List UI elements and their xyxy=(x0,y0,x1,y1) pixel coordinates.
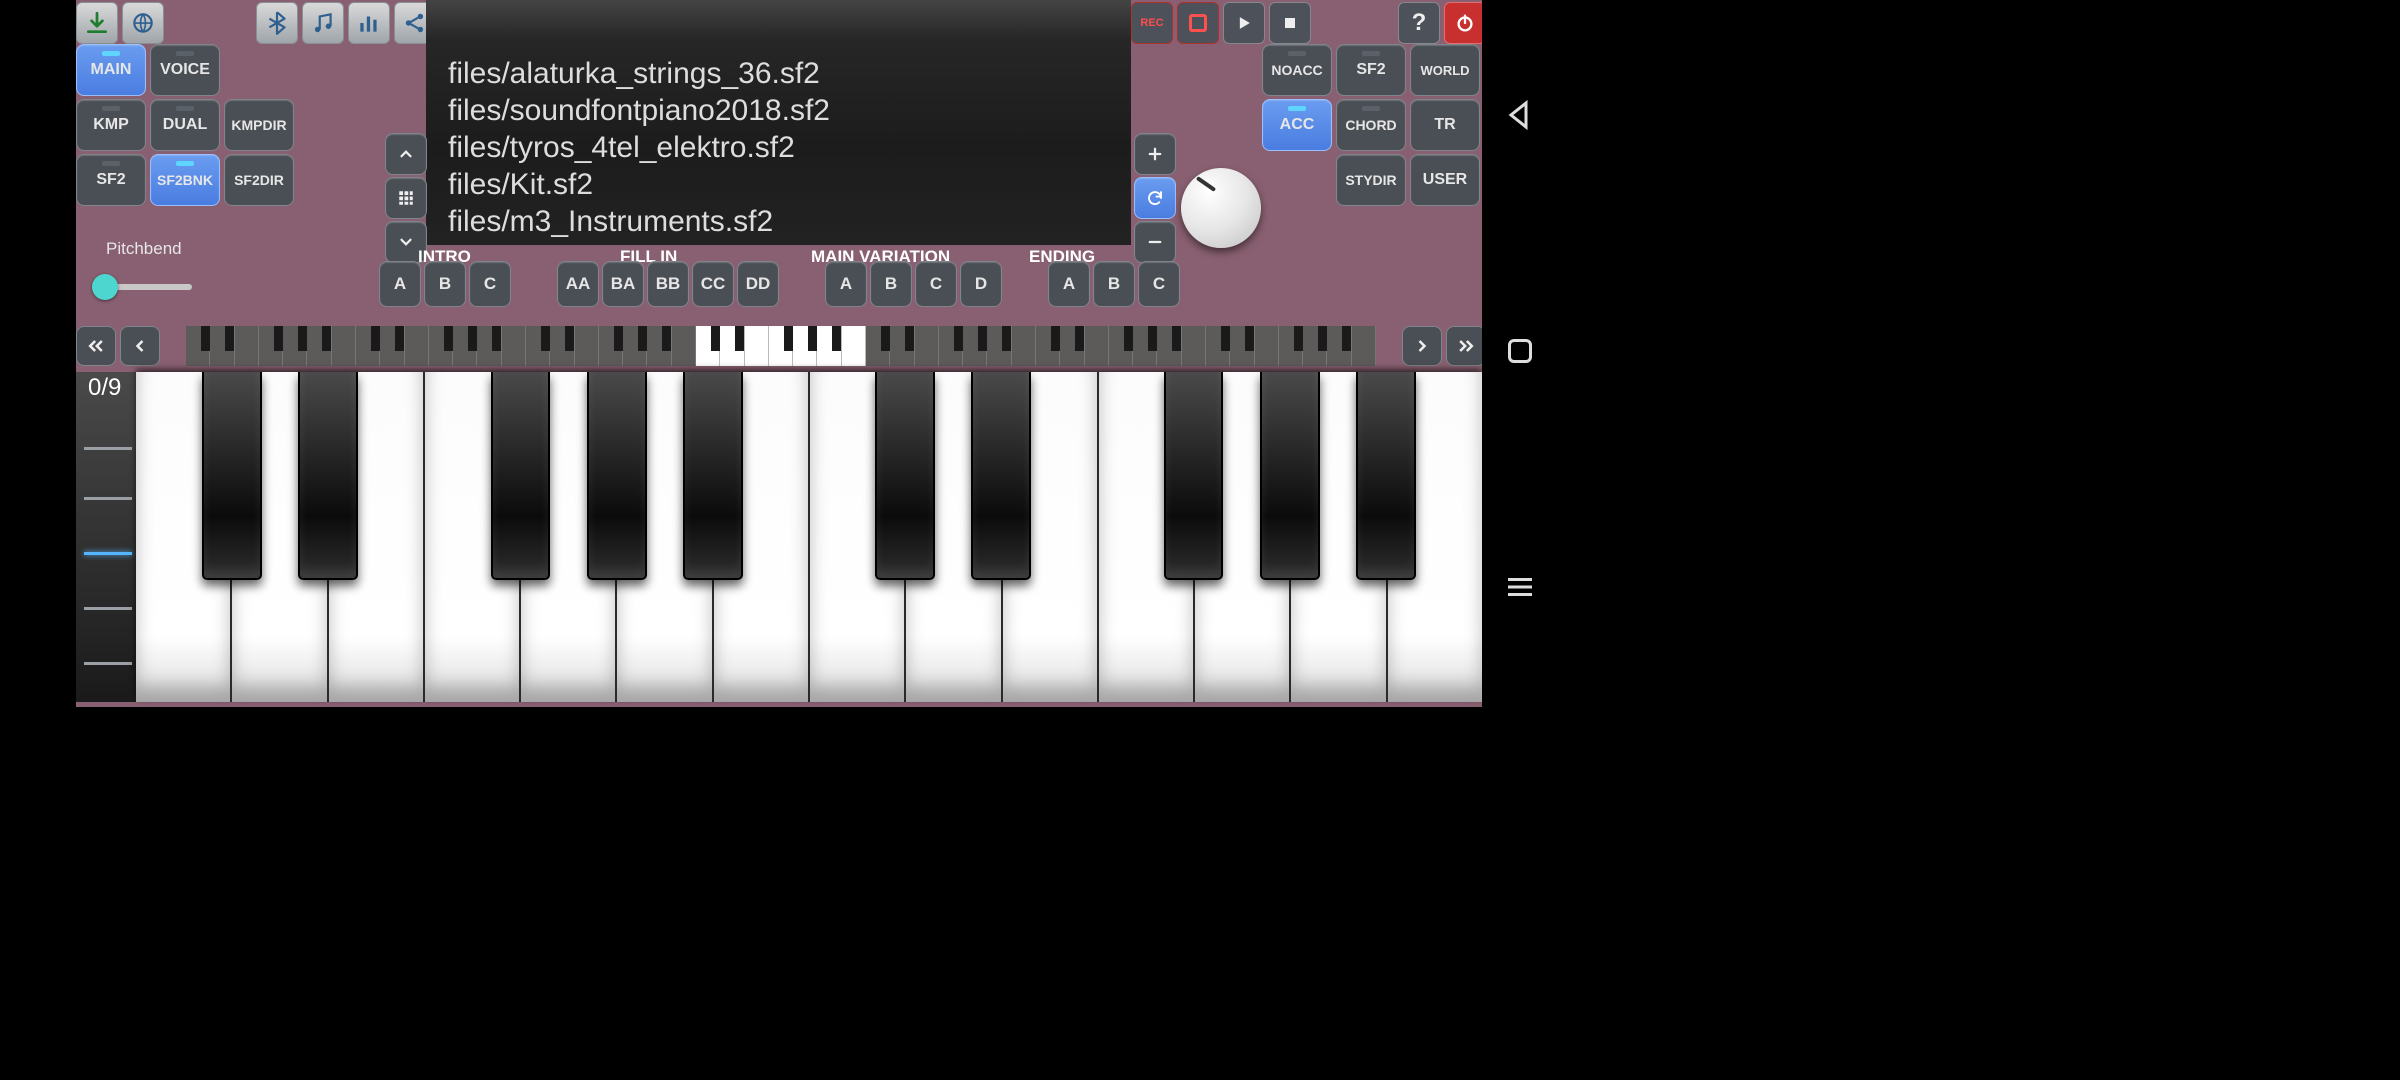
tempo-knob[interactable] xyxy=(1181,168,1261,248)
file-list-panel: files/alaturka_strings_36.sf2 files/soun… xyxy=(426,0,1131,245)
mode-sf2dir[interactable]: SF2DIR xyxy=(224,154,294,206)
octave-right[interactable] xyxy=(1402,326,1442,366)
mode-kmp[interactable]: KMP xyxy=(76,99,146,151)
fillin-aa[interactable]: AA xyxy=(557,261,599,307)
mode-world[interactable]: WORLD xyxy=(1410,44,1480,96)
black-key[interactable] xyxy=(1356,372,1416,580)
help-button[interactable]: ? xyxy=(1398,2,1440,44)
mode-kmpdir[interactable]: KMPDIR xyxy=(224,99,294,151)
pitchbend-thumb[interactable] xyxy=(92,274,118,300)
file-item[interactable]: files/alaturka_strings_36.sf2 xyxy=(448,55,1109,92)
ending-a[interactable]: A xyxy=(1048,261,1090,307)
black-key[interactable] xyxy=(202,372,262,580)
octave-fast-right[interactable] xyxy=(1446,326,1486,366)
file-item[interactable]: files/tyros_4tel_elektro.sf2 xyxy=(448,129,1109,166)
ending-b[interactable]: B xyxy=(1093,261,1135,307)
download-icon[interactable] xyxy=(76,2,118,44)
play-button[interactable] xyxy=(1223,2,1265,44)
fillin-dd[interactable]: DD xyxy=(737,261,779,307)
list-refresh-button[interactable] xyxy=(1134,177,1176,219)
mode-sf2-right[interactable]: SF2 xyxy=(1336,44,1406,96)
velocity-bar[interactable] xyxy=(76,372,136,702)
mode-acc[interactable]: ACC xyxy=(1262,99,1332,151)
octave-left[interactable] xyxy=(120,326,160,366)
file-item[interactable]: files/Kit.sf2 xyxy=(448,166,1109,203)
mode-chord[interactable]: CHORD xyxy=(1336,99,1406,151)
intro-b[interactable]: B xyxy=(424,261,466,307)
file-list-up-button[interactable] xyxy=(385,133,427,175)
ending-c[interactable]: C xyxy=(1138,261,1180,307)
nav-home-icon[interactable] xyxy=(1502,333,1538,374)
equalizer-icon[interactable] xyxy=(348,2,390,44)
mainvar-c[interactable]: C xyxy=(915,261,957,307)
mode-user[interactable]: USER xyxy=(1410,154,1480,206)
android-nav-bar xyxy=(1482,0,1558,707)
music-note-icon[interactable] xyxy=(302,2,344,44)
fillin-ba[interactable]: BA xyxy=(602,261,644,307)
mode-voice[interactable]: VOICE xyxy=(150,44,220,96)
file-item[interactable]: files/m3_Instruments.sf2 xyxy=(448,203,1109,240)
globe-headphones-icon[interactable] xyxy=(122,2,164,44)
black-key[interactable] xyxy=(1260,372,1320,580)
mode-tr[interactable]: TR xyxy=(1410,99,1480,151)
black-key[interactable] xyxy=(683,372,743,580)
main-keyboard[interactable] xyxy=(136,372,1482,702)
mainvar-d[interactable]: D xyxy=(960,261,1002,307)
intro-c[interactable]: C xyxy=(469,261,511,307)
power-button[interactable] xyxy=(1444,2,1486,44)
record-stop-button[interactable] xyxy=(1177,2,1219,44)
octave-counter: 0/9 xyxy=(88,374,121,402)
keyboard-overview[interactable]: /* placeholder */ xyxy=(186,326,1376,366)
mainvar-a[interactable]: A xyxy=(825,261,867,307)
black-key[interactable] xyxy=(587,372,647,580)
bluetooth-icon[interactable] xyxy=(256,2,298,44)
record-button[interactable]: REC xyxy=(1131,2,1173,44)
stop-button[interactable] xyxy=(1269,2,1311,44)
nav-recent-icon[interactable] xyxy=(1502,569,1538,610)
mode-sf2bnk[interactable]: SF2BNK xyxy=(150,154,220,206)
mode-main[interactable]: MAIN xyxy=(76,44,146,96)
fillin-cc[interactable]: CC xyxy=(692,261,734,307)
file-item[interactable]: files/soundfontpiano2018.sf2 xyxy=(448,92,1109,129)
file-list-grid-button[interactable] xyxy=(385,177,427,219)
intro-a[interactable]: A xyxy=(379,261,421,307)
pitchbend-label: Pitchbend xyxy=(106,239,182,259)
mode-sf2[interactable]: SF2 xyxy=(76,154,146,206)
black-key[interactable] xyxy=(1164,372,1224,580)
mode-dual[interactable]: DUAL xyxy=(150,99,220,151)
black-key[interactable] xyxy=(971,372,1031,580)
list-plus-button[interactable] xyxy=(1134,133,1176,175)
nav-back-icon[interactable] xyxy=(1502,97,1538,138)
mode-noacc[interactable]: NOACC xyxy=(1262,44,1332,96)
black-key[interactable] xyxy=(875,372,935,580)
list-minus-button[interactable] xyxy=(1134,221,1176,263)
mainvar-b[interactable]: B xyxy=(870,261,912,307)
black-key[interactable] xyxy=(298,372,358,580)
black-key[interactable] xyxy=(491,372,551,580)
fillin-bb[interactable]: BB xyxy=(647,261,689,307)
app-root: files/alaturka_strings_36.sf2 files/soun… xyxy=(76,0,1482,707)
octave-fast-left[interactable] xyxy=(76,326,116,366)
mode-stydir[interactable]: STYDIR xyxy=(1336,154,1406,206)
